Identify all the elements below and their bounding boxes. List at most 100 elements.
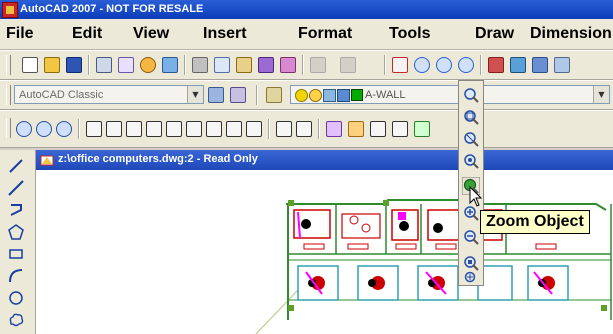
snap-extension-icon[interactable] [146, 121, 162, 137]
zoom-object-tooltip: Zoom Object [480, 210, 590, 234]
polyline-icon[interactable] [8, 202, 24, 218]
cut-icon[interactable] [192, 57, 208, 73]
publish-icon[interactable] [140, 57, 156, 73]
zoom-extents-icon[interactable] [463, 271, 479, 283]
menu-dimension[interactable]: Dimension [530, 25, 612, 43]
snap-none-icon[interactable] [348, 121, 364, 137]
zoom-realtime-icon[interactable] [463, 87, 479, 103]
zoom-flyout-toolbar [458, 80, 484, 286]
circle-icon[interactable] [8, 290, 24, 306]
toolbar-grip[interactable] [6, 118, 11, 138]
snap-nearest-icon[interactable] [326, 121, 342, 137]
layer-properties-manager-icon[interactable] [266, 87, 282, 103]
snap-insert-icon[interactable] [276, 121, 292, 137]
snap-midpoint-icon[interactable] [86, 121, 102, 137]
drawing-canvas[interactable] [36, 170, 613, 334]
layer-thaw-sun-icon [309, 89, 322, 102]
snap-extra-icon[interactable] [392, 121, 408, 137]
match-properties-icon[interactable] [258, 57, 274, 73]
wall-node [288, 200, 294, 206]
new-file-icon[interactable] [22, 57, 38, 73]
arc-icon[interactable] [8, 268, 24, 284]
undo-icon[interactable] [310, 57, 326, 73]
wall-node [383, 200, 389, 206]
wall-node [288, 305, 294, 311]
copy-icon[interactable] [214, 57, 230, 73]
plot-icon[interactable] [96, 57, 112, 73]
my-workspace-icon[interactable] [230, 87, 246, 103]
menu-edit[interactable]: Edit [72, 25, 102, 43]
polygon-icon[interactable] [8, 224, 24, 240]
tool-palettes-icon[interactable] [532, 57, 548, 73]
design-center-icon[interactable] [510, 57, 526, 73]
save-icon[interactable] [66, 57, 82, 73]
construction-line [255, 289, 299, 334]
menu-format[interactable]: Format [298, 25, 352, 43]
snap-tracking-icon[interactable] [16, 121, 32, 137]
zoom-out-icon[interactable] [463, 229, 479, 245]
workspace-settings-icon[interactable] [208, 87, 224, 103]
snap-quadrant-icon[interactable] [186, 121, 202, 137]
line-icon[interactable] [8, 158, 24, 174]
layer-dropdown[interactable]: A-WALL ▼ [290, 85, 610, 104]
document-titlebar: z:\office computers.dwg:2 - Read Only [36, 150, 613, 170]
zoom-scale-icon[interactable] [463, 153, 479, 169]
snap-center-icon[interactable] [166, 121, 182, 137]
zoom-realtime-toolbar-icon[interactable] [414, 57, 430, 73]
menu-view[interactable]: View [133, 25, 169, 43]
zoom-window-icon[interactable] [463, 109, 479, 125]
app-icon [2, 2, 18, 18]
revision-cloud-icon[interactable] [8, 312, 24, 328]
rectangle-icon[interactable] [8, 246, 24, 262]
zoom-dynamic-icon[interactable] [463, 131, 479, 147]
snap-tangent-icon[interactable] [206, 121, 222, 137]
chevron-down-icon[interactable]: ▼ [593, 86, 609, 103]
paste-icon[interactable] [236, 57, 252, 73]
menu-bar: File Edit View Insert Format Tools Draw … [0, 19, 613, 50]
3d-dwf-icon[interactable] [162, 57, 178, 73]
layer-on-bulb-icon [295, 89, 308, 102]
standard-toolbar [0, 50, 613, 80]
floorplan-walls [286, 199, 607, 211]
snap-node-icon[interactable] [296, 121, 312, 137]
zoom-previous-toolbar-icon[interactable] [458, 57, 474, 73]
draw-toolbar [0, 150, 36, 334]
snap-intersection-icon[interactable] [106, 121, 122, 137]
snap-perpendicular-icon[interactable] [226, 121, 242, 137]
properties-icon[interactable] [488, 57, 504, 73]
zoom-flyout-toolbar-icon[interactable] [436, 57, 452, 73]
construction-line-icon[interactable] [8, 180, 24, 196]
drawing-file-icon [40, 155, 54, 166]
toolbar-grip[interactable] [6, 85, 11, 105]
osnap-settings-icon[interactable] [370, 121, 386, 137]
snap-parallel-icon[interactable] [246, 121, 262, 137]
app-titlebar: AutoCAD 2007 - NOT FOR RESALE [0, 0, 613, 19]
snap-apparent-icon[interactable] [126, 121, 142, 137]
workspaces-layers-toolbar: AutoCAD Classic ▼ A-WALL ▼ [0, 80, 613, 110]
workspace-dropdown[interactable]: AutoCAD Classic ▼ [14, 85, 204, 104]
object-snap-toolbar [0, 110, 613, 148]
zoom-all-icon[interactable] [463, 255, 479, 271]
snap-from-icon[interactable] [36, 121, 52, 137]
menu-insert[interactable]: Insert [203, 25, 247, 43]
drawing-window: z:\office computers.dwg:2 - Read Only [36, 150, 613, 334]
block-editor-icon[interactable] [280, 57, 296, 73]
layer-name: A-WALL [365, 89, 406, 101]
menu-tools[interactable]: Tools [389, 25, 430, 43]
snap-endpoint-icon[interactable] [56, 121, 72, 137]
document-title: z:\office computers.dwg:2 - Read Only [58, 153, 258, 165]
chevron-down-icon[interactable]: ▼ [187, 86, 203, 103]
open-file-icon[interactable] [44, 57, 60, 73]
pan-realtime-icon[interactable] [392, 57, 408, 73]
app-title: AutoCAD 2007 - NOT FOR RESALE [20, 3, 204, 15]
plot-preview-icon[interactable] [118, 57, 134, 73]
redo-icon[interactable] [340, 57, 356, 73]
furniture-bottom-row [297, 265, 569, 301]
snap-extra2-icon[interactable] [414, 121, 430, 137]
wall-node [601, 305, 607, 311]
menu-file[interactable]: File [6, 25, 34, 43]
menu-draw[interactable]: Draw [475, 25, 514, 43]
workspace-value: AutoCAD Classic [19, 89, 104, 101]
toolbar-grip[interactable] [6, 55, 11, 75]
sheet-set-manager-icon[interactable] [554, 57, 570, 73]
